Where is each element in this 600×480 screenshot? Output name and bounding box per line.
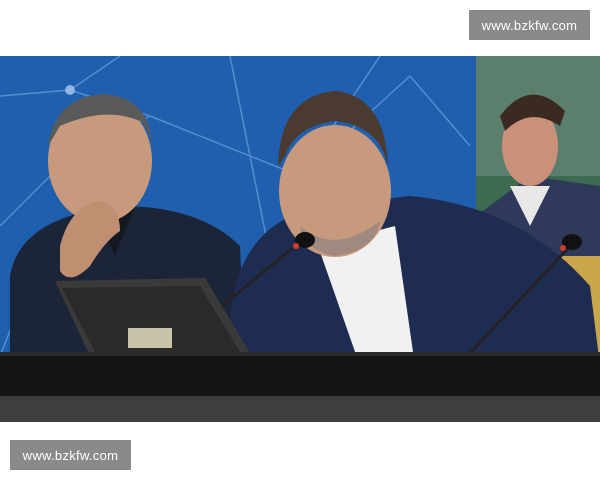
watermark-top-text: www.bzkfw.com	[481, 17, 578, 33]
press-conference-photo	[0, 56, 600, 422]
network-node	[65, 85, 75, 95]
watermark-top: www.bzkfw.com	[469, 10, 590, 40]
desk	[0, 352, 600, 422]
watermark-bottom-text: www.bzkfw.com	[22, 447, 119, 463]
photo-illustration	[0, 56, 600, 422]
watermark-bottom: www.bzkfw.com	[10, 440, 131, 470]
